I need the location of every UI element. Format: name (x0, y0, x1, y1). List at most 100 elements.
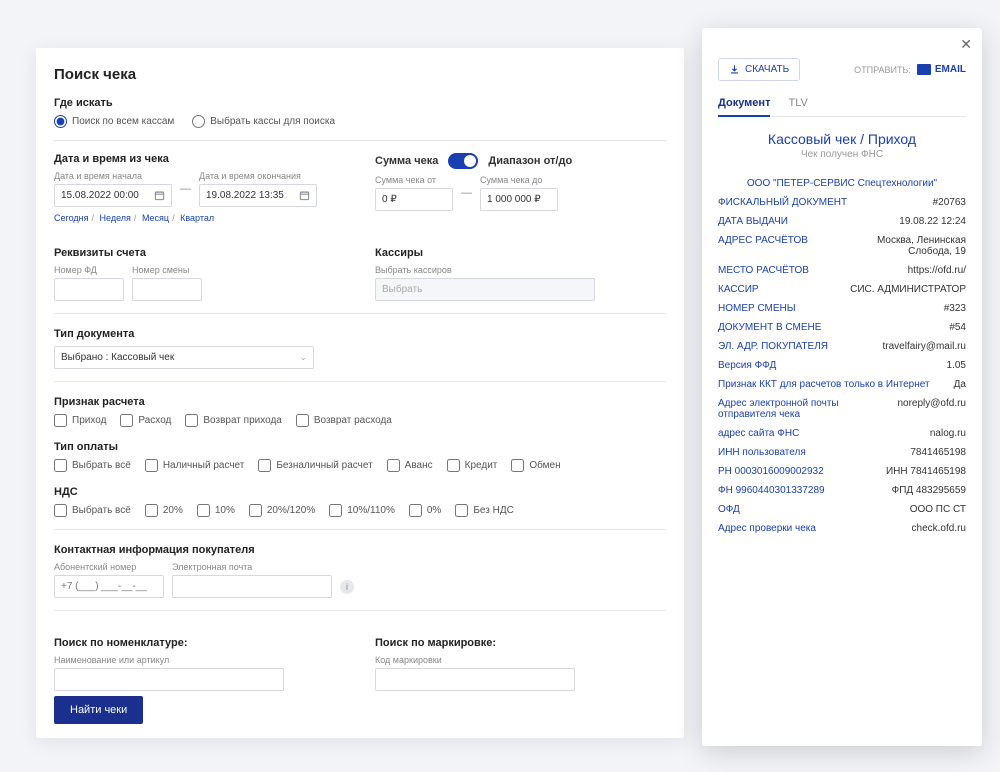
receipt-panel: ✕ СКАЧАТЬ ОТПРАВИТЬ: EMAIL Документ TLV … (702, 28, 982, 746)
receipt-row: КАССИРСИС. АДМИНИСТРАТОР (718, 284, 966, 296)
check-pay-3[interactable]: Аванс (387, 459, 433, 472)
calendar-icon (154, 190, 165, 201)
nds-row: Выбрать всё 20% 10% 20%/120% 10%/110% 0%… (54, 504, 666, 517)
email-icon (917, 64, 931, 75)
check-nds-5[interactable]: 0% (409, 504, 441, 517)
link-today[interactable]: Сегодня (54, 213, 89, 223)
receipt-row-label: РН 0003016009002932 (718, 466, 876, 477)
priznak-row: Приход Расход Возврат прихода Возврат ра… (54, 414, 666, 427)
priznak-section-label: Признак расчета (54, 396, 666, 408)
date-end-input[interactable]: 19.08.2022 13:35 (199, 184, 317, 207)
receipt-row-label: адрес сайта ФНС (718, 428, 920, 439)
rekv-section-label: Реквизиты счета (54, 247, 345, 259)
paytype-row: Выбрать всё Наличный расчет Безналичный … (54, 459, 666, 472)
receipt-row-label: МЕСТО РАСЧЁТОВ (718, 265, 898, 276)
sum-dash: — (461, 187, 472, 199)
cashiers-hint: Выбрать кассиров (375, 265, 666, 275)
receipt-row-value: travelfairy@mail.ru (882, 341, 966, 352)
mark-input[interactable] (375, 668, 575, 691)
receipt-row-value: 19.08.22 12:24 (899, 216, 966, 227)
check-nds-4[interactable]: 10%/110% (329, 504, 395, 517)
shift-label: Номер смены (132, 265, 202, 275)
check-nds-2[interactable]: 10% (197, 504, 235, 517)
check-priznak-1[interactable]: Расход (120, 414, 171, 427)
receipt-row-value: nalog.ru (930, 428, 966, 439)
receipt-row-value: check.ofd.ru (912, 523, 966, 534)
email-label: Электронная почта (172, 562, 354, 572)
receipt-row-label: ФИСКАЛЬНЫЙ ДОКУМЕНТ (718, 197, 923, 208)
radio-all-input[interactable] (54, 115, 67, 128)
tab-document[interactable]: Документ (718, 91, 770, 117)
sum-to-input[interactable]: 1 000 000 ₽ (480, 188, 558, 211)
range-toggle[interactable] (448, 153, 478, 169)
receipt-row-label: Адрес проверки чека (718, 523, 902, 534)
receipt-row: ЭЛ. АДР. ПОКУПАТЕЛЯ travelfairy@mail.ru (718, 341, 966, 353)
receipt-row: ФН 9960440301337289 ФПД 483295659 (718, 485, 966, 497)
receipt-row-value: #54 (949, 322, 966, 333)
receipt-row: АДРЕС РАСЧЁТОВМосква, Ленинская Слобода,… (718, 235, 966, 258)
link-quarter[interactable]: Квартал (180, 213, 214, 223)
radio-select-cash[interactable]: Выбрать кассы для поиска (192, 115, 335, 128)
date-end-label: Дата и время окончания (199, 171, 317, 181)
nomen-input[interactable] (54, 668, 284, 691)
tab-tlv[interactable]: TLV (788, 91, 807, 116)
receipt-row: НОМЕР СМЕНЫ #323 (718, 303, 966, 315)
email-link[interactable]: EMAIL (917, 64, 966, 75)
fd-input[interactable] (54, 278, 124, 301)
send-label: ОТПРАВИТЬ: (854, 65, 911, 75)
info-icon: i (340, 580, 354, 594)
date-dash: — (180, 183, 191, 195)
receipt-row-label: НОМЕР СМЕНЫ (718, 303, 934, 314)
chevron-updown-icon: ⌄ (299, 352, 307, 363)
where-search-label: Где искать (54, 97, 666, 109)
check-nds-6[interactable]: Без НДС (455, 504, 513, 517)
check-pay-4[interactable]: Кредит (447, 459, 498, 472)
range-label: Диапазон от/до (488, 155, 572, 167)
check-priznak-3[interactable]: Возврат расхода (296, 414, 392, 427)
check-pay-0[interactable]: Выбрать всё (54, 459, 131, 472)
sum-from-input[interactable]: 0 ₽ (375, 188, 453, 211)
receipt-row: адрес сайта ФНС nalog.ru (718, 428, 966, 440)
check-pay-1[interactable]: Наличный расчет (145, 459, 245, 472)
receipt-row-value: #20763 (933, 197, 966, 208)
download-icon (729, 64, 740, 75)
check-pay-5[interactable]: Обмен (511, 459, 560, 472)
email-input[interactable] (172, 575, 332, 598)
receipt-row-value: #323 (944, 303, 966, 314)
receipt-row-value: 1.05 (947, 360, 966, 371)
date-start-input[interactable]: 15.08.2022 00:00 (54, 184, 172, 207)
check-nds-1[interactable]: 20% (145, 504, 183, 517)
receipt-row-label: ЭЛ. АДР. ПОКУПАТЕЛЯ (718, 341, 872, 352)
receipt-row: Признак ККТ для расчетов только в Интерн… (718, 379, 966, 391)
sum-to-label: Сумма чека до (480, 175, 558, 185)
receipt-row-value: СИС. АДМИНИСТРАТОР (850, 284, 966, 295)
check-nds-0[interactable]: Выбрать всё (54, 504, 131, 517)
check-priznak-0[interactable]: Приход (54, 414, 106, 427)
doctype-select[interactable]: Выбрано : Кассовый чек ⌄ (54, 346, 314, 369)
shift-input[interactable] (132, 278, 202, 301)
radio-select-input[interactable] (192, 115, 205, 128)
link-week[interactable]: Неделя (100, 213, 131, 223)
search-panel: Поиск чека Где искать Поиск по всем касс… (36, 48, 684, 738)
check-nds-3[interactable]: 20%/120% (249, 504, 315, 517)
radio-all-cash[interactable]: Поиск по всем кассам (54, 115, 174, 128)
close-icon[interactable]: ✕ (960, 36, 972, 53)
link-month[interactable]: Месяц (142, 213, 169, 223)
download-button[interactable]: СКАЧАТЬ (718, 58, 800, 81)
receipt-row-label: ФН 9960440301337289 (718, 485, 882, 496)
paytype-section-label: Тип оплаты (54, 441, 666, 453)
cashiers-select[interactable]: Выбрать (375, 278, 595, 301)
receipt-row: Версия ФФД 1.05 (718, 360, 966, 372)
receipt-row-value: ФПД 483295659 (892, 485, 966, 496)
receipt-row: РН 0003016009002932ИНН 7841465198 (718, 466, 966, 478)
receipt-row-label: ДОКУМЕНТ В СМЕНЕ (718, 322, 939, 333)
calendar-icon (299, 190, 310, 201)
check-pay-2[interactable]: Безналичный расчет (258, 459, 372, 472)
find-button[interactable]: Найти чеки (54, 696, 143, 724)
receipt-subtitle: Чек получен ФНС (718, 149, 966, 160)
receipt-row: ДАТА ВЫДАЧИ19.08.22 12:24 (718, 216, 966, 228)
check-priznak-2[interactable]: Возврат прихода (185, 414, 281, 427)
receipt-row-label: Версия ФФД (718, 360, 937, 371)
phone-input[interactable] (54, 575, 164, 598)
mark-section-label: Поиск по маркировке: (375, 637, 666, 649)
